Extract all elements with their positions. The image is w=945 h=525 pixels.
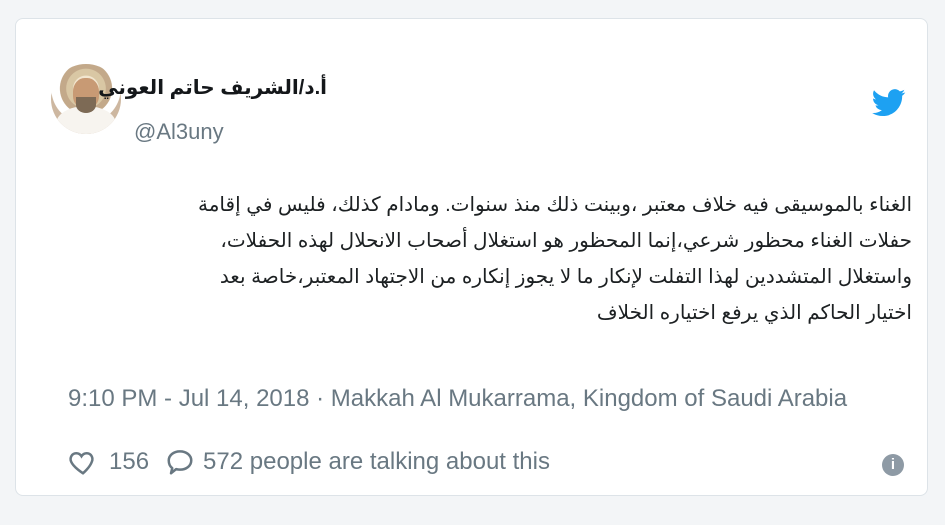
like-count: 156 — [109, 448, 150, 475]
embedded-tweet-page: أ.د/الشريف حاتم العوني @Al3uny الغناء با… — [0, 0, 945, 525]
tweet-text: الغناء بالموسيقى فيه خلاف معتبر ،وبينت ذ… — [66, 187, 912, 331]
tweet-text-line: حفلات الغناء محظور شرعي،إنما المحظور هو … — [220, 230, 912, 252]
conversation-action[interactable]: 572 people are talking about this — [165, 447, 550, 477]
speech-bubble-icon[interactable] — [165, 447, 195, 477]
heart-icon[interactable] — [68, 447, 98, 477]
tweet-actions: 156 572 people are talking about this — [68, 446, 550, 478]
tweet-text-line: واستغلال المتشددين لهذا التفلت لإنكار ما… — [219, 266, 912, 288]
twitter-logo[interactable] — [872, 89, 906, 117]
tweet-text-line: الغناء بالموسيقى فيه خلاف معتبر ،وبينت ذ… — [198, 194, 912, 216]
like-action[interactable]: 156 — [68, 447, 165, 477]
author-handle[interactable]: @Al3uny — [134, 119, 224, 145]
author-name[interactable]: أ.د/الشريف حاتم العوني — [98, 75, 327, 100]
tweet-card[interactable]: أ.د/الشريف حاتم العوني @Al3uny الغناء با… — [15, 18, 928, 496]
info-icon[interactable]: i — [882, 454, 904, 476]
tweet-text-line: اختيار الحاكم الذي يرفع اختياره الخلاف — [596, 302, 912, 324]
tweet-timestamp-location[interactable]: 9:10 PM - Jul 14, 2018 · Makkah Al Mukar… — [68, 385, 847, 413]
talking-about-text: 572 people are talking about this — [203, 448, 550, 475]
avatar-beard — [76, 97, 96, 113]
